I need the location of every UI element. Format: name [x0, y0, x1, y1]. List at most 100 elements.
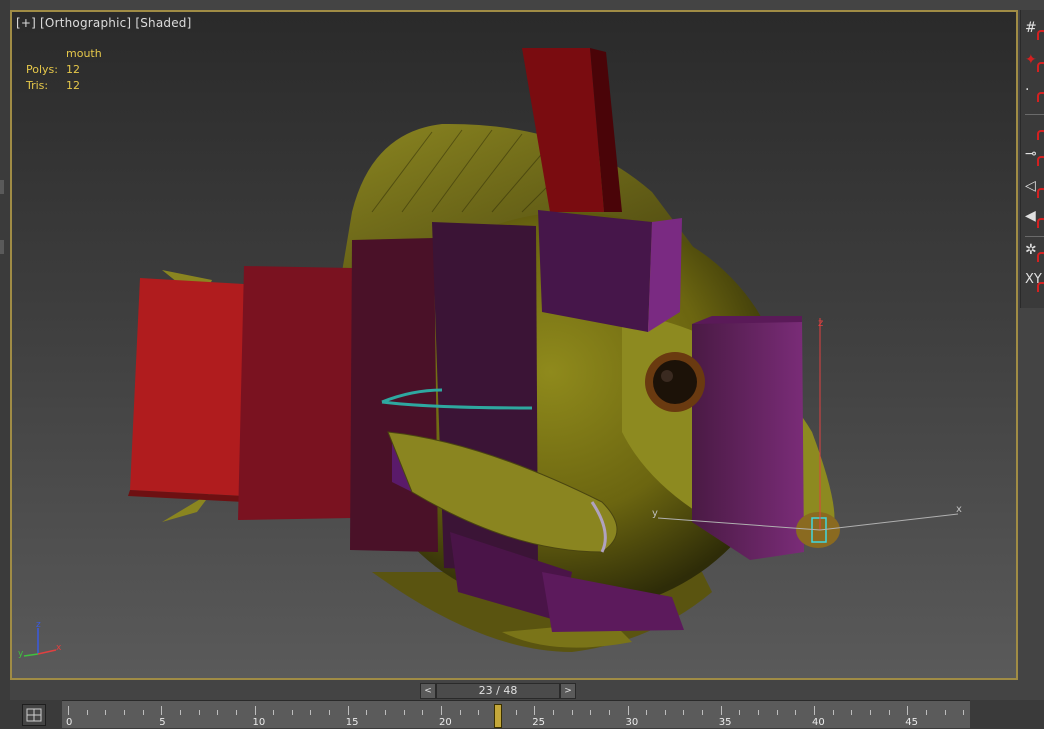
timeline-tick: [478, 710, 480, 715]
left-strip-marker: [0, 180, 4, 194]
timeline-tick: [907, 706, 909, 715]
world-z-label: z: [36, 620, 41, 630]
timeline-tick: [608, 710, 610, 715]
timeline-tick: [217, 710, 219, 715]
timeline-tick: [515, 710, 517, 715]
timeline-tick: [720, 706, 722, 715]
gizmo-x-label: x: [956, 504, 962, 515]
snap-toolbar: # ✦ · ⊸ ◁ ◀ ✲ XY: [1020, 10, 1044, 308]
bone-head: [692, 316, 804, 560]
xyz-constraint-icon[interactable]: XY: [1025, 272, 1044, 294]
selected-object-name: mouth: [66, 47, 102, 60]
timeline-tick: [329, 710, 331, 715]
timeline-tick: [702, 710, 704, 715]
time-slider-handle[interactable]: [493, 704, 502, 728]
timeline-tick: [459, 710, 461, 715]
timeline-tick: [627, 706, 629, 715]
timeline-tick: [925, 710, 927, 715]
timeline-tick: [795, 710, 797, 715]
toolbar-divider: [1025, 236, 1044, 237]
bone-spine-2: [538, 210, 652, 332]
timeline-tick: [758, 710, 760, 715]
timeline-tick: [683, 710, 685, 715]
gizmo-z-label: z: [818, 318, 823, 329]
timeline-tick: [776, 710, 778, 715]
timeline-tick: [366, 710, 368, 715]
timeline-tick-label: 40: [812, 717, 825, 728]
timeline-tick-label: 20: [439, 717, 452, 728]
timeline-tick-label: 45: [905, 717, 918, 728]
select-move-icon[interactable]: ✦: [1025, 52, 1044, 74]
viewport-menu-projection[interactable]: [Orthographic]: [40, 16, 131, 30]
timeline-tick-label: 5: [159, 717, 166, 728]
timeline-tick: [161, 706, 163, 715]
timeline-tick: [310, 710, 312, 715]
tris-value: 12: [66, 79, 80, 92]
timeline-tick: [123, 710, 125, 715]
timeline-tick: [664, 710, 666, 715]
timeline-tick: [347, 706, 349, 715]
curve-editor-button[interactable]: [22, 704, 46, 726]
gizmo-y-label: y: [652, 508, 658, 519]
next-frame-button[interactable]: >: [560, 683, 576, 699]
gizmo-x-axis[interactable]: [819, 513, 959, 531]
timeline-area: 0 5 10 15 20 25 30 35 40 45: [0, 700, 1044, 729]
frame-counter-slider[interactable]: 23 / 48: [436, 683, 560, 699]
spinner-snap-icon[interactable]: ✲: [1025, 242, 1044, 264]
timeline-tick: [105, 710, 107, 715]
prev-frame-button[interactable]: <: [420, 683, 436, 699]
world-y-label: y: [18, 649, 24, 659]
world-x-label: x: [56, 643, 62, 653]
timeline-tick: [385, 710, 387, 715]
grid-icon[interactable]: #: [1025, 20, 1044, 42]
magnet-icon[interactable]: [1025, 120, 1044, 142]
timeline-tick: [944, 710, 946, 715]
bone-tail-3: [350, 238, 438, 552]
orthographic-viewport[interactable]: z x y [+] [Orthographic] [Shaded] mouth …: [10, 10, 1018, 680]
timeline-tick: [869, 710, 871, 715]
timeline-tick: [235, 710, 237, 715]
angle-snap-icon[interactable]: ◁: [1025, 178, 1044, 200]
timeline-tick: [422, 710, 424, 715]
left-strip-marker: [0, 240, 4, 254]
tris-label: Tris:: [26, 79, 49, 92]
timeline-tick-label: 10: [252, 717, 266, 728]
line-snap-icon[interactable]: ⊸: [1025, 146, 1044, 168]
viewport-menu-shading[interactable]: [Shaded]: [135, 16, 191, 30]
timeline-tick: [888, 710, 890, 715]
toolbar-divider: [1025, 114, 1044, 115]
timeline-tick-label: 25: [532, 717, 545, 728]
curve-editor-icon: [26, 708, 42, 722]
timeline-tick: [590, 710, 592, 715]
timeline-tick-label: 0: [66, 717, 73, 728]
scene-3d[interactable]: z x y: [12, 12, 1016, 678]
timeline-tick: [571, 710, 573, 715]
timeline-tick: [552, 710, 554, 715]
polys-value: 12: [66, 63, 80, 76]
frame-navigator: < 23 / 48 >: [420, 683, 576, 699]
point-icon[interactable]: ·: [1025, 82, 1044, 104]
timeline-tick: [179, 710, 181, 715]
timeline-tick: [851, 710, 853, 715]
timeline-tick: [403, 710, 405, 715]
left-panel-strip: [0, 0, 10, 700]
timeline-tick: [963, 710, 965, 715]
timeline-tick: [814, 706, 815, 715]
timeline-tick: [142, 710, 144, 715]
timeline-tick-label: 15: [345, 717, 359, 728]
viewport-label[interactable]: [+] [Orthographic] [Shaded]: [16, 16, 192, 30]
bone-tail-2: [238, 266, 352, 520]
timeline-tick-label: 30: [625, 717, 639, 728]
time-track-bar[interactable]: 0 5 10 15 20 25 30 35 40 45: [62, 700, 970, 728]
world-axis-tripod: z x y: [18, 620, 62, 659]
viewport-menu-plus[interactable]: [+]: [16, 16, 36, 30]
statistics-overlay: mouth Polys: 12 Tris: 12: [26, 46, 102, 94]
timeline-tick: [291, 710, 293, 715]
timeline-tick: [534, 706, 536, 715]
filled-angle-icon[interactable]: ◀: [1025, 208, 1044, 230]
timeline-tick-label: 35: [718, 717, 732, 728]
timeline-tick: [441, 706, 442, 715]
timeline-tick: [739, 710, 741, 715]
timeline-tick: [646, 710, 648, 715]
timeline-tick: [86, 710, 88, 715]
